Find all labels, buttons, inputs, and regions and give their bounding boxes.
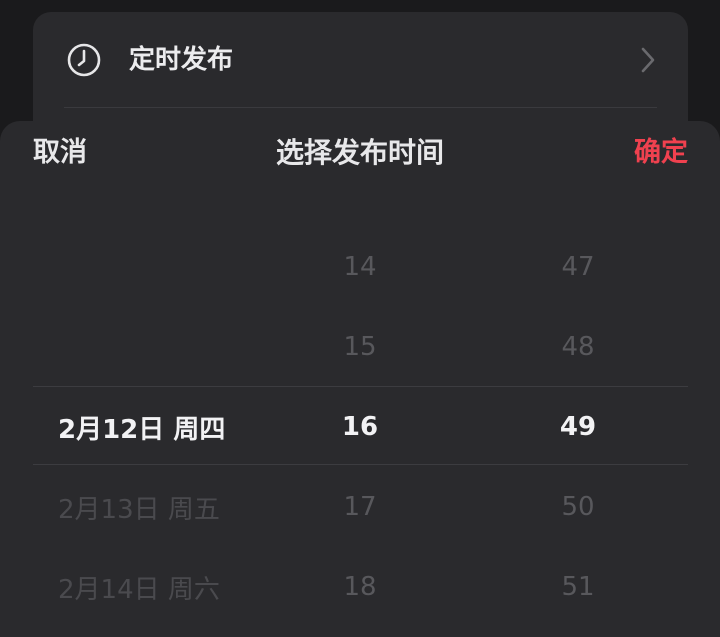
chevron-right-icon: [641, 47, 655, 73]
hour-option[interactable]: 14: [250, 227, 470, 307]
schedule-publish-label: 定时发布: [129, 45, 234, 75]
picker-title: 选择发布时间: [275, 136, 444, 169]
date-option[interactable]: [58, 307, 278, 387]
minute-option[interactable]: 51: [468, 547, 688, 627]
minute-option-selected[interactable]: 49: [468, 387, 688, 467]
date-option[interactable]: 2月13日 周五: [58, 467, 278, 547]
minute-option[interactable]: 50: [468, 467, 688, 547]
picker-header: 取消 选择发布时间 确定: [0, 121, 720, 183]
card-divider: [64, 107, 657, 108]
hour-option[interactable]: 15: [250, 307, 470, 387]
clock-icon: [67, 43, 101, 77]
screen: 定时发布 取消 选择发布时间 确定 2月12日 周四 2月13日 周五 2月14…: [0, 0, 720, 637]
date-option-selected[interactable]: 2月12日 周四: [58, 387, 278, 467]
hour-option[interactable]: 17: [250, 467, 470, 547]
cancel-button[interactable]: 取消: [33, 133, 87, 173]
hour-option-selected[interactable]: 16: [250, 387, 470, 467]
date-option[interactable]: 2月14日 周六: [58, 547, 278, 627]
hour-option[interactable]: 18: [250, 547, 470, 627]
date-option[interactable]: [58, 227, 278, 307]
schedule-publish-row[interactable]: 定时发布: [33, 12, 688, 108]
minute-option[interactable]: 47: [468, 227, 688, 307]
time-picker-sheet: 取消 选择发布时间 确定 2月12日 周四 2月13日 周五 2月14日 周六 …: [0, 121, 720, 637]
confirm-button[interactable]: 确定: [634, 133, 688, 173]
minute-option[interactable]: 48: [468, 307, 688, 387]
